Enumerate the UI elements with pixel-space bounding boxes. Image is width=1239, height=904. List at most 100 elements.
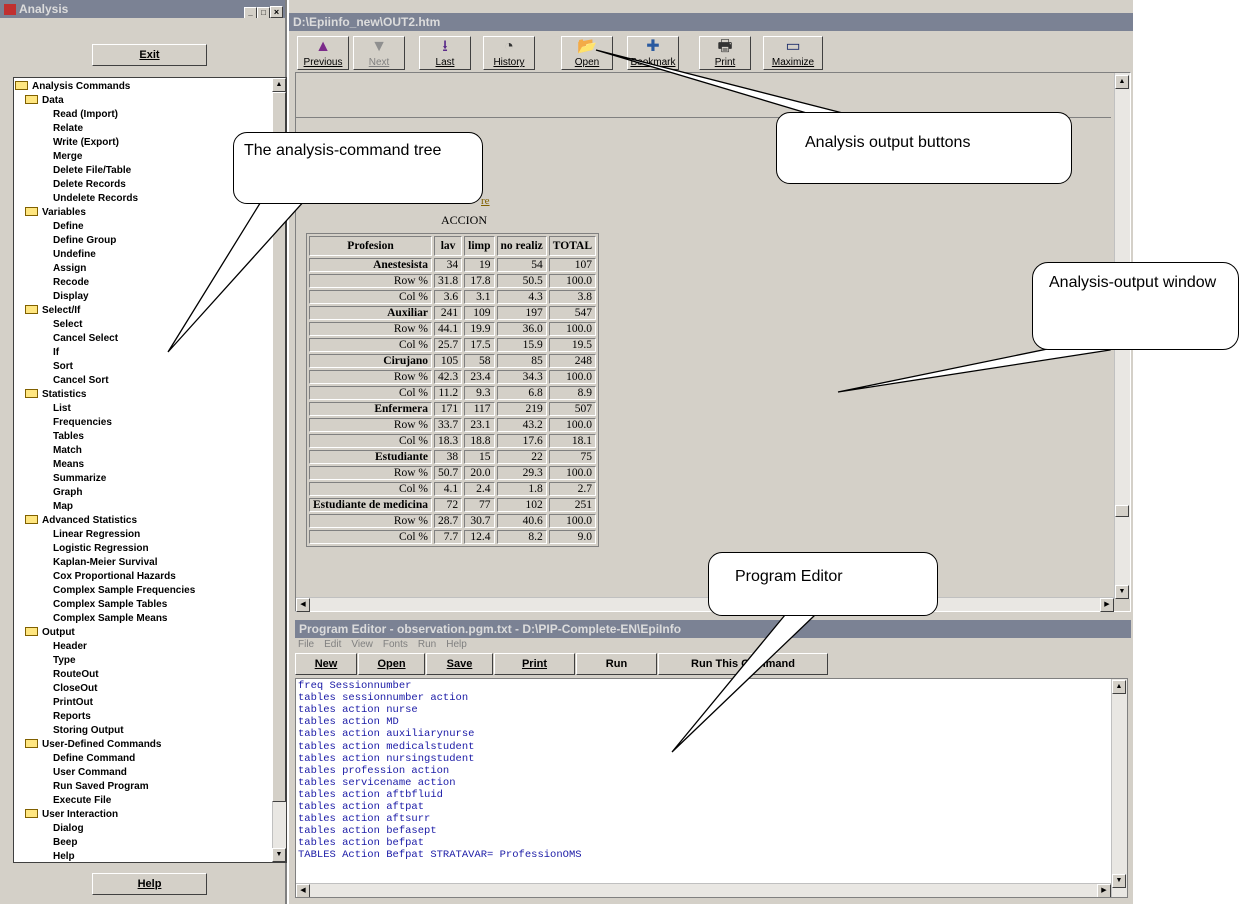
help-button[interactable]: Help [92, 873, 207, 895]
tree-item-label: Execute File [53, 795, 112, 806]
editor-button-new[interactable]: New [295, 653, 357, 675]
tree-item[interactable]: Run Saved Program [53, 780, 149, 794]
tree-item[interactable]: Variables [25, 206, 86, 220]
tree-item[interactable]: Define [53, 220, 84, 234]
tree-item[interactable]: Write (Export) [53, 136, 119, 150]
editor-horizontal-scrollbar[interactable]: ◀ ▶ [296, 883, 1111, 897]
editor-scroll-right-icon[interactable]: ▶ [1097, 884, 1111, 897]
toolbar-button-open[interactable]: 📂 Open [561, 36, 613, 70]
menu-item-run[interactable]: Run [418, 639, 436, 650]
tree-item[interactable]: Cox Proportional Hazards [53, 570, 176, 584]
tree-item[interactable]: User-Defined Commands [25, 738, 161, 752]
restore-icon[interactable]: □ [257, 7, 270, 18]
scroll-thumb[interactable] [1115, 505, 1129, 517]
tree-item[interactable]: PrintOut [53, 696, 93, 710]
editor-vertical-scrollbar[interactable]: ▲ ▼ [1111, 679, 1127, 897]
menu-item-edit[interactable]: Edit [324, 639, 341, 650]
tree-item[interactable]: Match [53, 444, 82, 458]
tree-item[interactable]: Means [53, 458, 84, 472]
editor-button-open[interactable]: Open [358, 653, 425, 675]
tree-item[interactable]: Sort [53, 360, 73, 374]
tree-item[interactable]: Analysis Commands [15, 80, 130, 94]
tree-item[interactable]: Reports [53, 710, 91, 724]
tree-item[interactable]: Kaplan-Meier Survival [53, 556, 157, 570]
editor-scroll-left-icon[interactable]: ◀ [296, 884, 310, 897]
scroll-down-icon[interactable]: ▼ [1115, 585, 1129, 599]
tree-item[interactable]: User Command [53, 766, 127, 780]
menu-item-help[interactable]: Help [446, 639, 467, 650]
tree-item[interactable]: Help [53, 850, 75, 862]
toolbar-button-history[interactable]: ◔ History [483, 36, 535, 70]
tree-item[interactable]: Beep [53, 836, 77, 850]
tree-item[interactable]: Storing Output [53, 724, 124, 738]
tree-item[interactable]: Type [53, 654, 76, 668]
tree-item[interactable]: Define Command [53, 752, 135, 766]
tree-item[interactable]: Delete File/Table [53, 164, 131, 178]
editor-button-print[interactable]: Print [494, 653, 575, 675]
toolbar-button-next[interactable]: ▼ Next [353, 36, 405, 70]
tree-item[interactable]: Recode [53, 276, 89, 290]
toolbar-button-bookmark[interactable]: ✚ Bookmark [627, 36, 679, 70]
table-cell: 6.8 [496, 386, 547, 400]
tree-item[interactable]: Tables [53, 430, 84, 444]
tree-item[interactable]: If [53, 346, 59, 360]
editor-scroll-up-icon[interactable]: ▲ [1112, 680, 1126, 694]
toolbar-button-previous[interactable]: ▲ Previous [297, 36, 349, 70]
tree-item[interactable]: List [53, 402, 71, 416]
tree-item[interactable]: Complex Sample Means [53, 612, 167, 626]
tree-item[interactable]: Undelete Records [53, 192, 138, 206]
tree-item[interactable]: Advanced Statistics [25, 514, 137, 528]
tree-item[interactable]: Summarize [53, 472, 106, 486]
tree-item[interactable]: Define Group [53, 234, 116, 248]
tree-scroll-up-icon[interactable]: ▲ [272, 78, 286, 92]
tree-item[interactable]: Dialog [53, 822, 84, 836]
close-icon[interactable]: × [270, 6, 283, 18]
editor-button-save[interactable]: Save [426, 653, 493, 675]
table-cell: 507 [548, 402, 596, 416]
tree-scroll-down-icon[interactable]: ▼ [272, 848, 286, 862]
tree-item[interactable]: Display [53, 290, 89, 304]
tree-item[interactable]: Data [25, 94, 64, 108]
program-editor-text[interactable]: ▲ ▼ ◀ ▶ freq Sessionnumber tables session… [295, 678, 1128, 898]
tree-item[interactable]: Map [53, 500, 73, 514]
menu-item-view[interactable]: View [351, 639, 373, 650]
scroll-left-icon[interactable]: ◀ [296, 598, 310, 612]
menu-item-file[interactable]: File [298, 639, 314, 650]
tree-item[interactable]: Graph [53, 486, 82, 500]
tree-item[interactable]: Output [25, 626, 75, 640]
tree-item[interactable]: Cancel Sort [53, 374, 109, 388]
tree-item[interactable]: Select/If [25, 304, 80, 318]
tree-item[interactable]: Frequencies [53, 416, 112, 430]
output-horizontal-scrollbar[interactable]: ◀ ▶ [296, 597, 1114, 612]
tree-item[interactable]: Cancel Select [53, 332, 118, 346]
tree-item[interactable]: Complex Sample Frequencies [53, 584, 195, 598]
editor-button-run[interactable]: Run [576, 653, 657, 675]
scroll-right-icon[interactable]: ▶ [1100, 598, 1114, 612]
tree-item[interactable]: RouteOut [53, 668, 99, 682]
tree-item[interactable]: Logistic Regression [53, 542, 149, 556]
tree-item[interactable]: Relate [53, 122, 83, 136]
tree-item[interactable]: Read (Import) [53, 108, 118, 122]
output-link[interactable]: re [481, 195, 490, 207]
tree-item[interactable]: CloseOut [53, 682, 97, 696]
tree-item[interactable]: Execute File [53, 794, 111, 808]
toolbar-button-print[interactable]: 🖶 Print [699, 36, 751, 70]
tree-item[interactable]: Undefine [53, 248, 96, 262]
editor-button-run-this-command[interactable]: Run This Command [658, 653, 828, 675]
tree-item[interactable]: Header [53, 640, 87, 654]
tree-item[interactable]: Complex Sample Tables [53, 598, 167, 612]
tree-item[interactable]: Select [53, 318, 82, 332]
minimize-icon[interactable]: _ [244, 7, 257, 18]
tree-item[interactable]: User Interaction [25, 808, 118, 822]
tree-item[interactable]: Merge [53, 150, 82, 164]
editor-scroll-down-icon[interactable]: ▼ [1112, 874, 1126, 888]
menu-item-fonts[interactable]: Fonts [383, 639, 408, 650]
exit-button[interactable]: Exit [92, 44, 207, 66]
tree-item[interactable]: Linear Regression [53, 528, 140, 542]
toolbar-button-last[interactable]: ⭳ Last [419, 36, 471, 70]
tree-item[interactable]: Statistics [25, 388, 86, 402]
toolbar-button-maximize[interactable]: ▭ Maximize [763, 36, 823, 70]
scroll-up-icon[interactable]: ▲ [1115, 75, 1129, 89]
tree-item[interactable]: Assign [53, 262, 86, 276]
tree-item[interactable]: Delete Records [53, 178, 126, 192]
